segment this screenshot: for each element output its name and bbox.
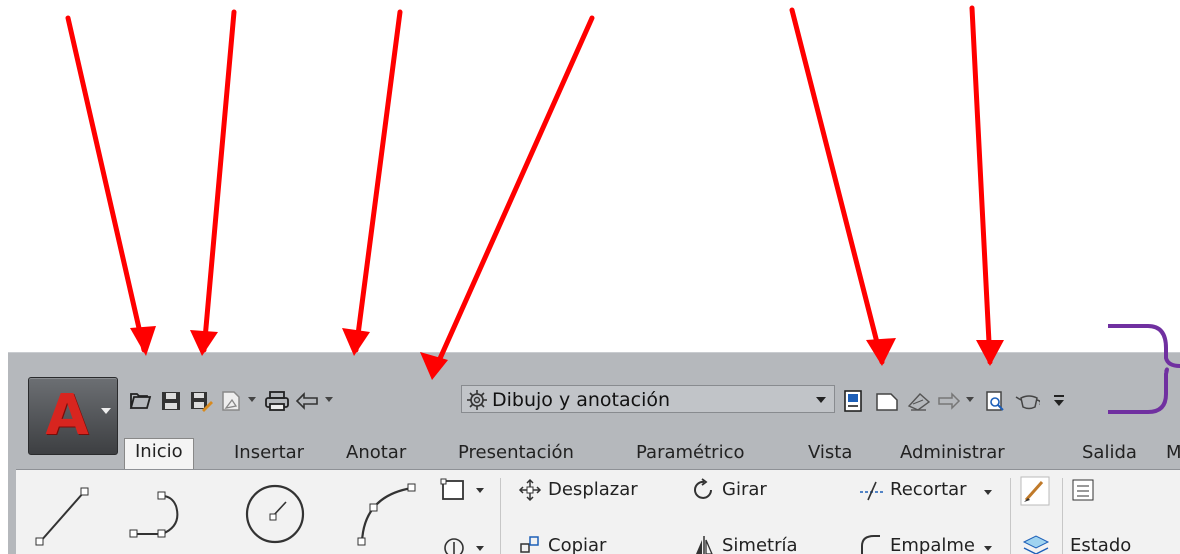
chevron-down-icon[interactable] xyxy=(984,490,992,495)
tab-inicio[interactable]: Inicio xyxy=(124,438,194,470)
annotation-arrow xyxy=(969,5,993,365)
plot-button[interactable] xyxy=(264,389,290,413)
annotation-arrow xyxy=(789,7,885,365)
undo-button[interactable] xyxy=(294,389,320,413)
teapot-icon xyxy=(1015,395,1040,410)
hatch-icon[interactable] xyxy=(440,534,468,554)
rotate-icon xyxy=(694,478,712,499)
tab-administrar[interactable]: Administrar xyxy=(900,441,1005,465)
mirror-button[interactable]: Simetría xyxy=(722,535,798,554)
tab-anotar[interactable]: Anotar xyxy=(346,441,406,465)
panel-separator xyxy=(500,478,501,554)
redo-dropdown-arrow[interactable] xyxy=(966,397,974,402)
share-icon xyxy=(907,393,931,411)
properties-button[interactable] xyxy=(840,389,866,413)
open-icon xyxy=(129,393,152,409)
preview-icon xyxy=(986,391,1004,411)
tab-more[interactable]: M xyxy=(1166,441,1180,465)
ribbon-tabs: Inicio Insertar Anotar Presentación Para… xyxy=(118,437,1180,470)
save-icon xyxy=(162,392,180,410)
trim-icon xyxy=(860,481,884,501)
open-button[interactable] xyxy=(128,389,154,413)
tab-insertar[interactable]: Insertar xyxy=(234,441,304,465)
chevron-down-icon[interactable] xyxy=(476,488,484,493)
annotation-arrow xyxy=(353,9,403,353)
circle-icon[interactable] xyxy=(240,478,310,548)
preview-button[interactable] xyxy=(982,389,1008,413)
publish-icon xyxy=(222,391,240,411)
annotation-arrow xyxy=(431,15,595,375)
polyline-icon[interactable] xyxy=(128,482,192,546)
layer-icon[interactable] xyxy=(1020,532,1050,554)
panel-separator xyxy=(1062,478,1063,554)
undo-dropdown-arrow[interactable] xyxy=(325,397,333,402)
new-button[interactable] xyxy=(874,389,900,413)
rotate-button[interactable]: Girar xyxy=(722,479,767,501)
new-sheet-icon xyxy=(876,393,898,411)
workspace-label: Dibujo y anotación xyxy=(492,389,671,411)
move-icon xyxy=(518,478,542,502)
panel-separator xyxy=(1010,478,1011,554)
workspace-gear-icon xyxy=(467,390,487,410)
save-as-button[interactable] xyxy=(188,389,214,413)
annotation-arrow xyxy=(201,9,237,353)
quick-access-toolbar: Dibujo y anotación xyxy=(118,381,1180,417)
undo-icon xyxy=(295,392,318,410)
copy-button[interactable]: Copiar xyxy=(548,535,606,554)
print-icon xyxy=(265,391,289,411)
share-button[interactable] xyxy=(906,389,932,413)
workspace-selector[interactable]: Dibujo y anotación xyxy=(461,385,835,413)
chevron-down-icon[interactable] xyxy=(248,397,256,402)
fillet-button[interactable]: Empalme xyxy=(890,535,975,554)
chevron-down-icon xyxy=(101,408,111,414)
copy-icon xyxy=(520,536,539,553)
properties-icon xyxy=(844,390,862,412)
save-as-icon xyxy=(191,392,213,412)
fillet-icon xyxy=(861,535,880,554)
save-button[interactable] xyxy=(158,389,184,413)
tab-salida[interactable]: Salida xyxy=(1082,441,1137,465)
redo-icon xyxy=(938,392,961,410)
chevron-down-icon[interactable] xyxy=(984,546,992,551)
application-window: A Dibujo y anotación Inicio Insertar Ano… xyxy=(8,352,1180,554)
mirror-icon xyxy=(696,536,713,554)
tab-presentacion[interactable]: Presentación xyxy=(458,441,574,465)
match-properties-icon[interactable] xyxy=(1020,476,1050,506)
autocad-logo-icon: A xyxy=(45,383,89,448)
trim-button[interactable]: Recortar xyxy=(890,479,967,501)
customize-toolbar-button[interactable] xyxy=(1046,389,1072,413)
tab-parametrico[interactable]: Paramétrico xyxy=(636,441,744,465)
tab-vista[interactable]: Vista xyxy=(808,441,852,465)
application-menu-button[interactable]: A xyxy=(28,377,118,455)
chevron-down-icon xyxy=(816,397,826,403)
publish-button[interactable] xyxy=(218,389,244,413)
layer-properties-icon[interactable] xyxy=(1070,476,1100,506)
render-button[interactable] xyxy=(1014,389,1040,413)
customize-icon xyxy=(1054,395,1064,406)
rectangle-icon[interactable] xyxy=(440,476,468,504)
move-button[interactable]: Desplazar xyxy=(548,479,638,501)
ribbon-panel: Desplazar Girar Recortar Copiar Simetría… xyxy=(16,469,1180,554)
line-icon[interactable] xyxy=(34,480,94,550)
arc-icon[interactable] xyxy=(350,478,420,550)
chevron-down-icon[interactable] xyxy=(476,546,484,551)
layer-state-dropdown[interactable]: Estado xyxy=(1070,535,1131,554)
annotation-arrow xyxy=(65,15,147,353)
redo-button[interactable] xyxy=(936,389,962,413)
